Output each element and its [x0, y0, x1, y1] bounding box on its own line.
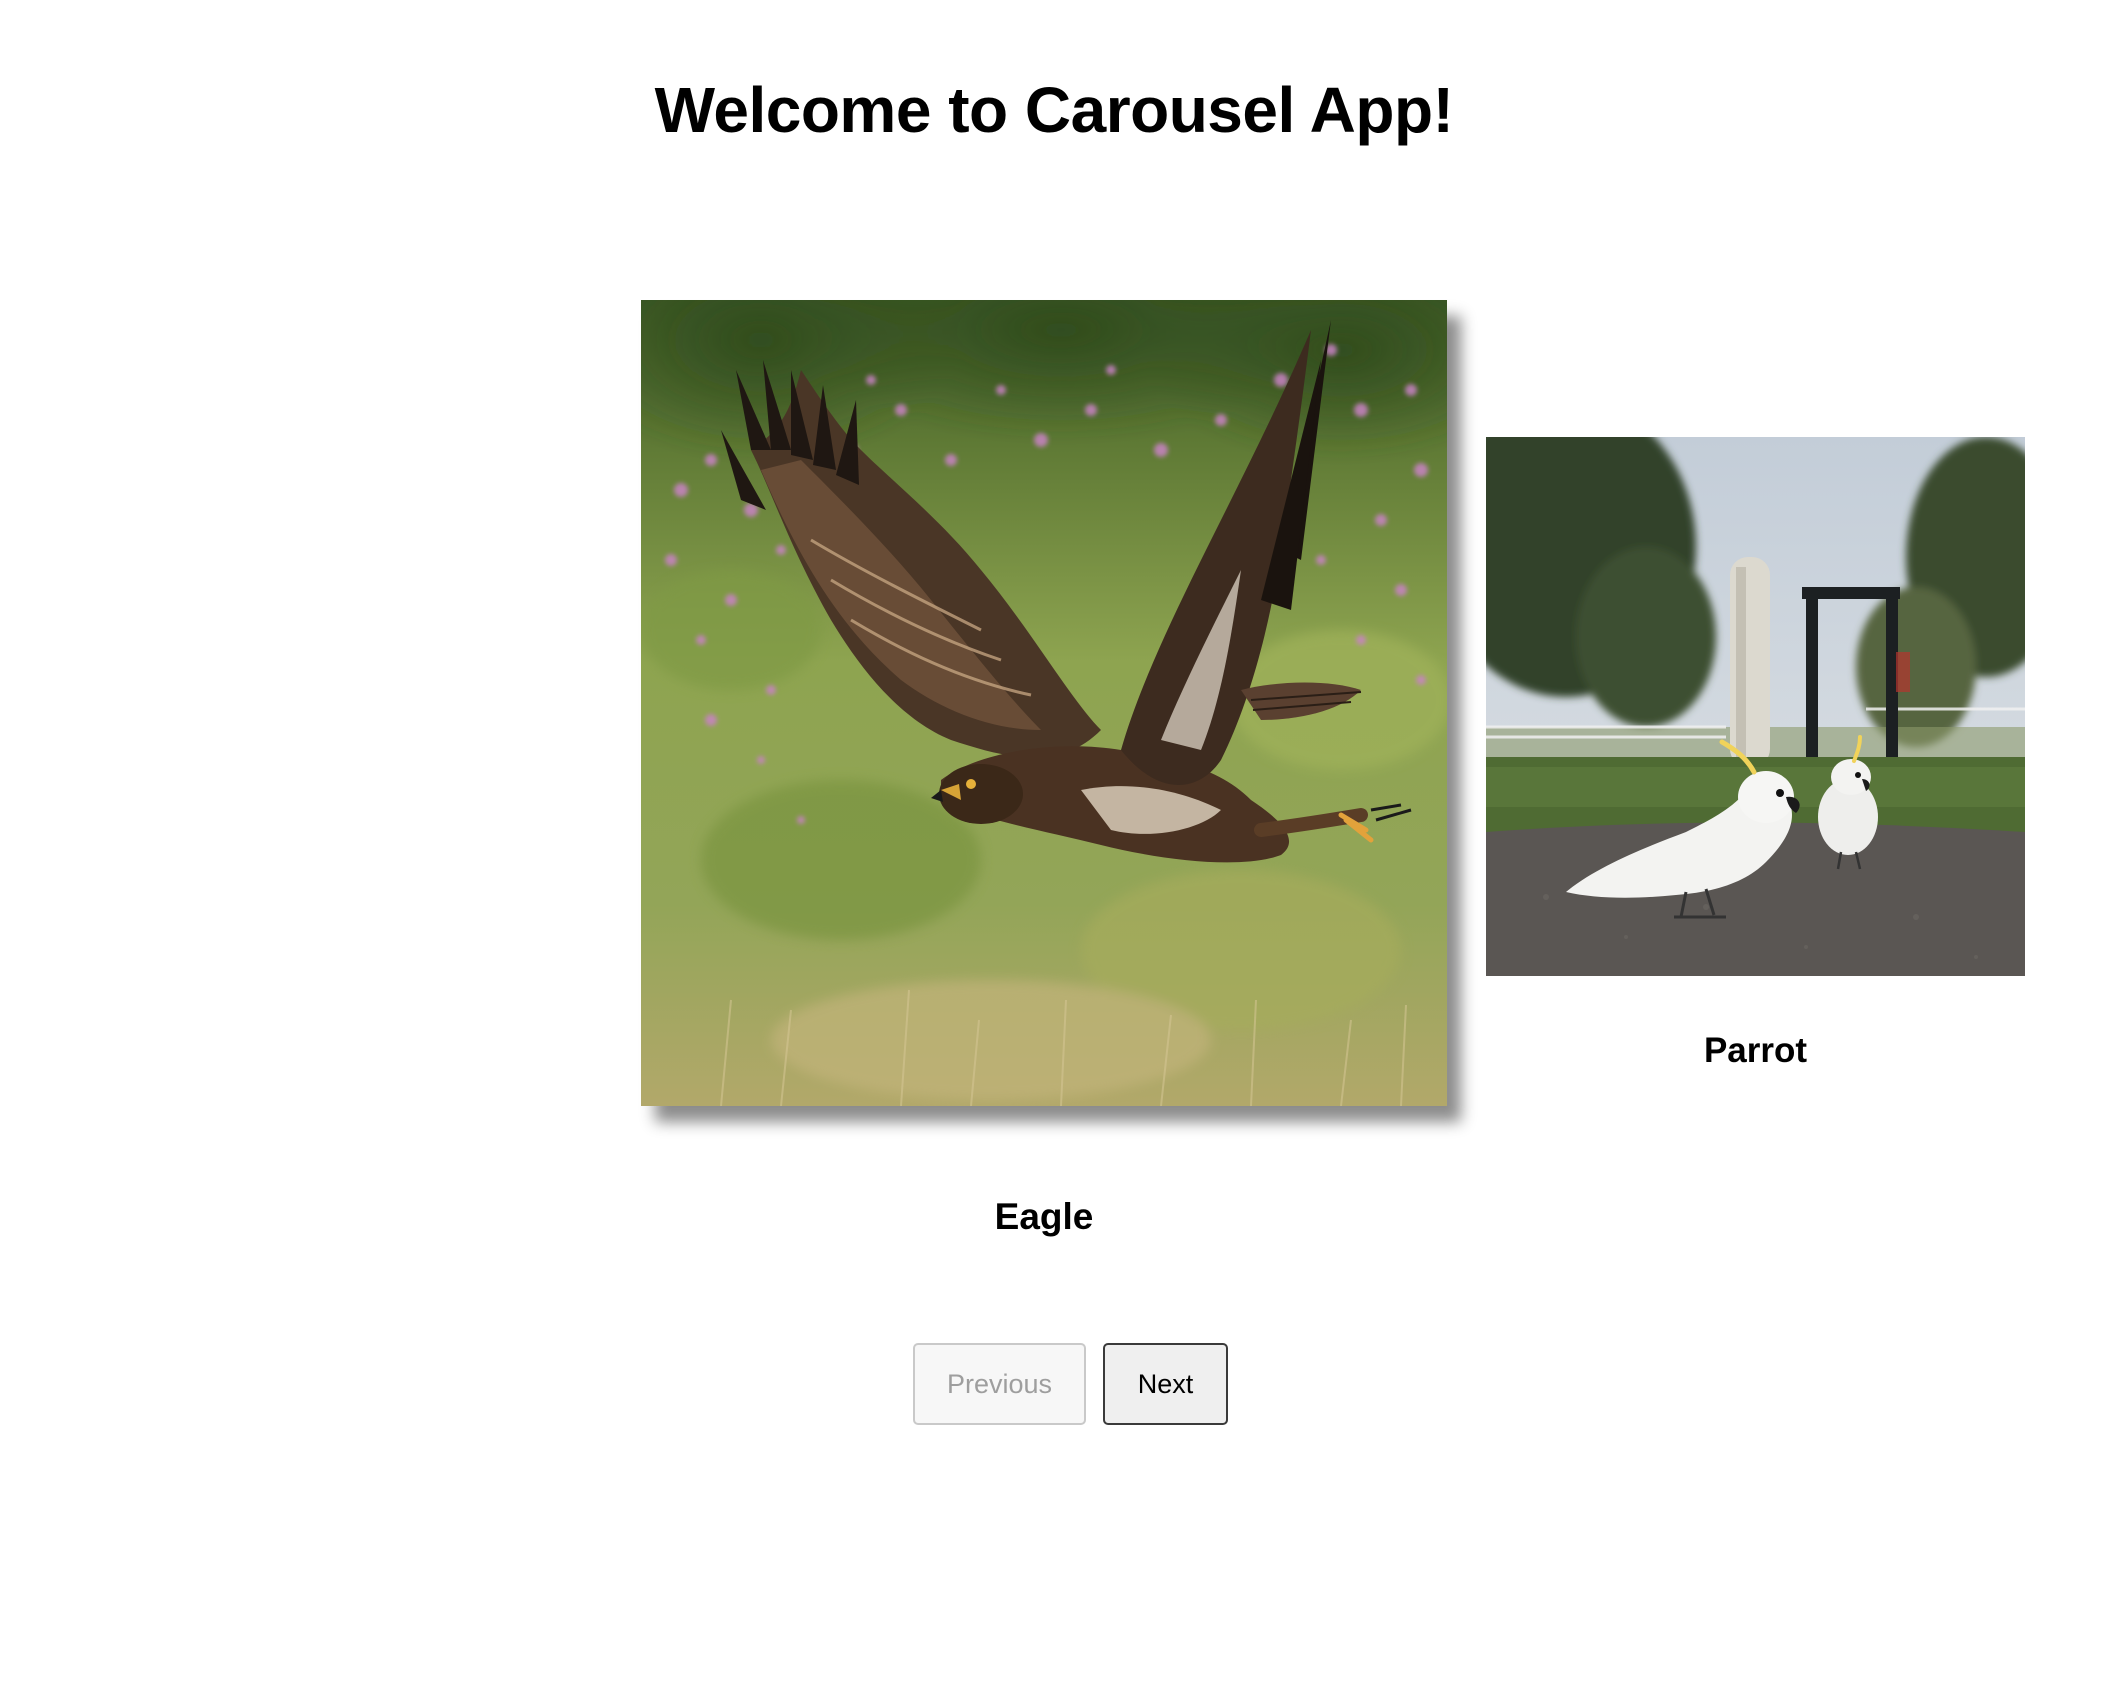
slide-caption: Parrot [1703, 1031, 1808, 1070]
carousel: Eagle Parrot [0, 0, 2108, 1694]
carousel-controls: Previous Next [913, 1343, 1228, 1425]
parrot-image[interactable] [1486, 437, 2025, 976]
eagle-image [641, 300, 1447, 1106]
parrot-photo [1486, 437, 2025, 976]
previous-button[interactable]: Previous [913, 1343, 1086, 1425]
eagle-photo [641, 300, 1447, 1106]
slide-caption: Eagle [994, 1196, 1094, 1237]
next-button[interactable]: Next [1103, 1343, 1228, 1425]
carousel-page: Welcome to Carousel App! Eagle Parrot Pr… [0, 0, 2108, 1694]
carousel-slide-next[interactable]: Parrot [1486, 437, 2025, 1071]
carousel-slide-active: Eagle [641, 300, 1447, 1238]
